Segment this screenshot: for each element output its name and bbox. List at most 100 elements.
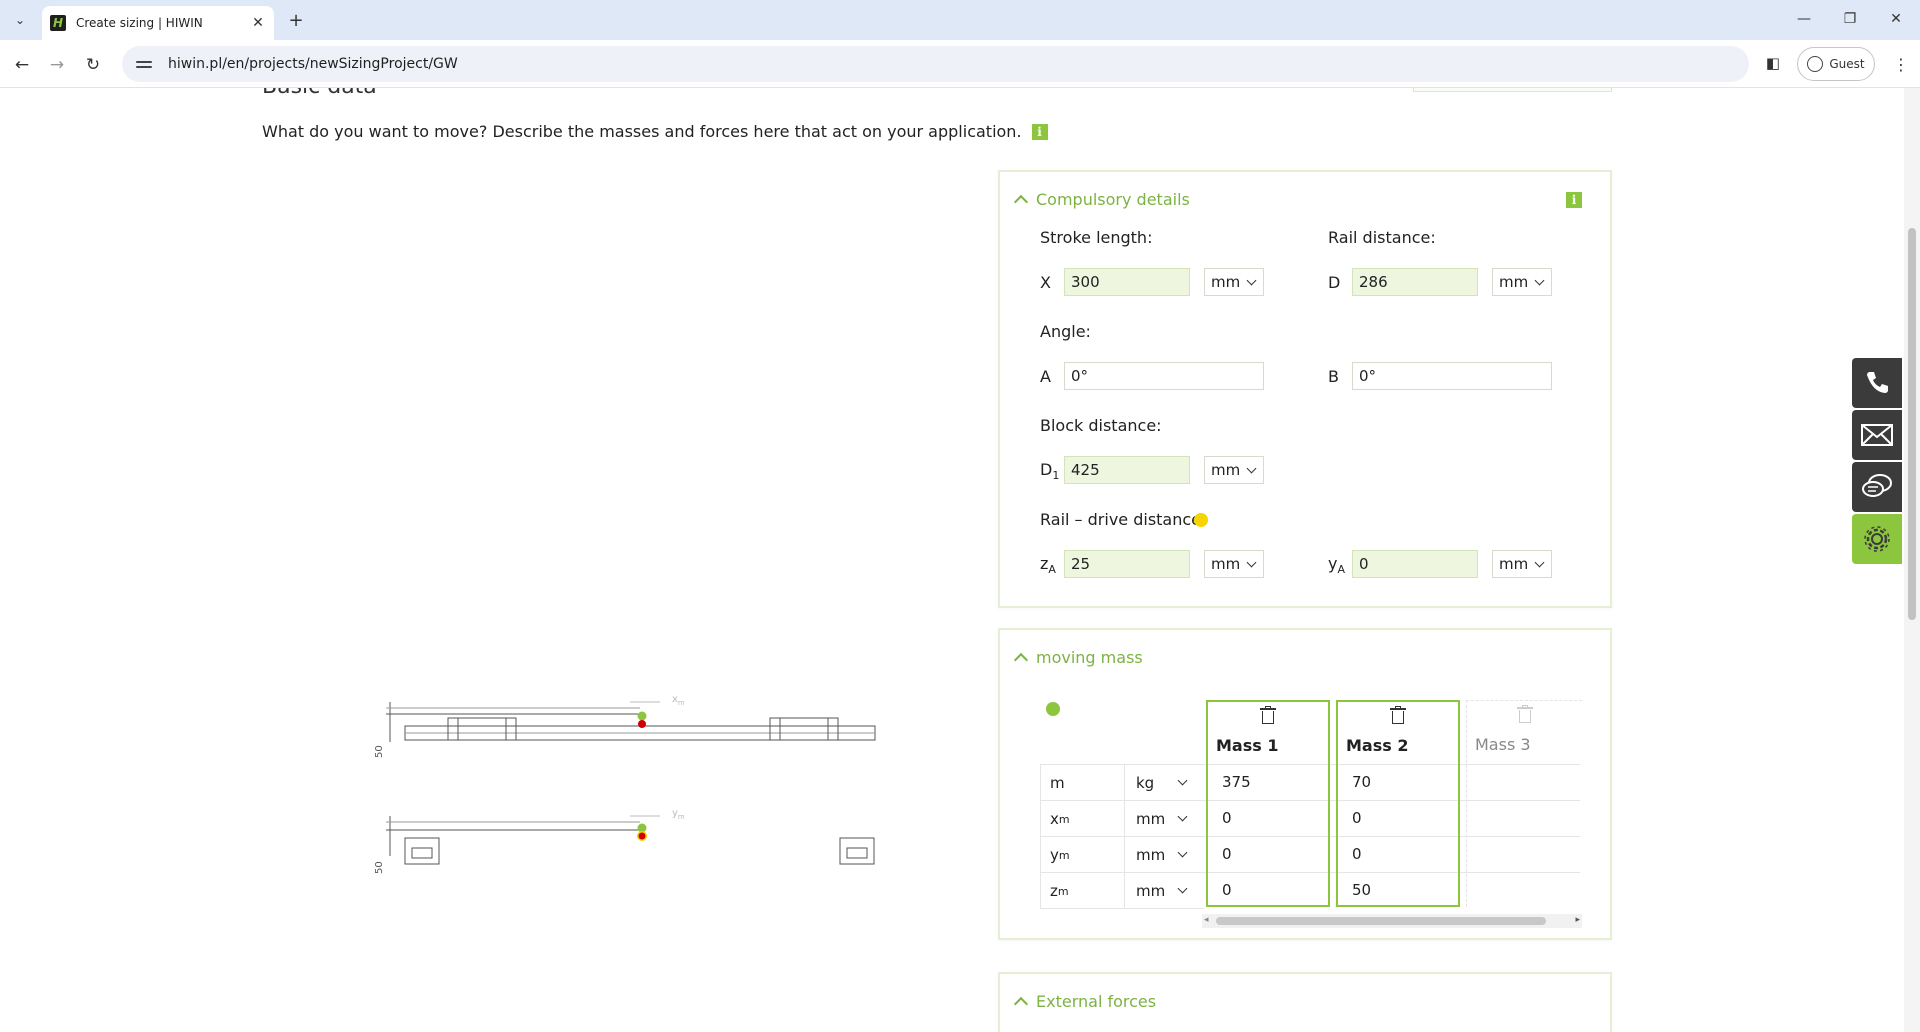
dimension-bottom-text: 50 [374,861,385,874]
chevron-down-icon [1177,847,1188,858]
warning-status-dot [1194,513,1208,527]
browser-tab[interactable]: H Create sizing | HIWIN ✕ [42,6,274,40]
ya-prefix-sub: A [1337,563,1345,577]
moving-mass-toggle[interactable]: moving mass [1013,648,1143,668]
tab-search-chevron-icon[interactable]: ⌄ [8,8,32,32]
external-forces-panel: External forces [998,972,1612,1032]
browser-tab-strip: ⌄ H Create sizing | HIWIN ✕ + — ❐ ✕ [0,0,1920,40]
scroll-right-arrow-icon[interactable]: ▸ [1575,915,1580,925]
restore-window-icon[interactable]: ❐ [1835,6,1865,32]
address-bar[interactable]: hiwin.pl/en/projects/newSizingProject/GW [122,46,1749,82]
external-forces-title: External forces [1036,992,1157,1011]
compulsory-info-icon[interactable]: i [1566,192,1582,208]
reload-icon[interactable]: ↻ [80,52,106,78]
forward-arrow-icon[interactable]: → [44,52,70,78]
table-left-border [1040,764,1041,908]
mass-1-zm-input[interactable]: 0 [1216,876,1322,904]
za-prefix-sub: A [1048,563,1056,577]
mass-2-point [638,720,646,728]
angle-b-input[interactable]: 0° [1352,362,1552,390]
block-distance-input[interactable]: 425 [1064,456,1190,484]
new-tab-plus-icon[interactable]: + [284,8,308,32]
minimize-window-icon[interactable]: — [1789,6,1819,32]
mass-2-m-input[interactable]: 70 [1346,768,1452,796]
block-distance-label: Block distance: [1040,416,1162,435]
settings-tool-button[interactable] [1852,514,1902,564]
back-arrow-icon[interactable]: ← [9,52,35,78]
rail-distance-input[interactable]: 286 [1352,268,1478,296]
ok-status-dot [1046,702,1060,716]
za-unit-select[interactable]: mm [1204,550,1264,578]
row-ym-unit: mm [1136,846,1166,864]
angle-label: Angle: [1040,322,1091,341]
za-prefix: zA [1040,554,1056,576]
chevron-down-icon [1177,775,1188,786]
row-divider [1040,908,1204,909]
page-scrollbar-thumb[interactable] [1908,228,1916,620]
za-input[interactable]: 25 [1064,550,1190,578]
stroke-length-input[interactable]: 300 [1064,268,1190,296]
chevron-down-icon [1534,557,1545,568]
ya-input[interactable]: 0 [1352,550,1478,578]
delete-mass-3-trash-icon[interactable] [1516,705,1533,723]
dimension-top-text: 50 [374,745,385,758]
hiwin-favicon-icon: H [50,15,66,31]
delete-mass-2-trash-icon[interactable] [1390,706,1406,724]
mass-2-title: Mass 2 [1346,736,1409,755]
row-zm-sub: m [1057,884,1069,898]
rail-drive-distance-label: Rail – drive distance: [1040,510,1207,529]
table-horizontal-scrollbar[interactable]: ◂ ▸ [1202,914,1582,928]
url-text: hiwin.pl/en/projects/newSizingProject/GW [168,56,458,72]
moving-mass-panel: moving mass Mass 1 Mass 2 Mass 3 m kg 37… [998,628,1612,940]
block-unit-select[interactable]: mm [1204,456,1264,484]
delete-mass-1-trash-icon[interactable] [1260,706,1276,724]
mass-1-ym-input[interactable]: 0 [1216,840,1322,868]
profile-button[interactable]: Guest [1797,47,1875,81]
chat-icon [1862,474,1892,497]
row-zm-symbol: zm [1050,876,1069,906]
compulsory-details-panel: Compulsory details i Stroke length: X 30… [998,170,1612,608]
ya-unit-select[interactable]: mm [1492,550,1552,578]
phone-contact-button[interactable] [1852,358,1902,408]
chevron-down-icon [1177,811,1188,822]
row-zm-sym: z [1050,882,1058,900]
rail-unit-select[interactable]: mm [1492,268,1552,296]
email-contact-button[interactable] [1852,410,1902,460]
row-m-unit-select[interactable]: kg [1130,769,1194,797]
za-unit-value: mm [1211,555,1241,573]
stroke-unit-select[interactable]: mm [1204,268,1264,296]
row-xm-sub: m [1058,812,1070,826]
tab-close-icon[interactable]: ✕ [250,15,266,31]
chat-contact-button[interactable] [1852,462,1902,512]
site-info-icon[interactable] [136,56,152,72]
mass-3-column: Mass 3 [1466,700,1582,907]
block-unit-value: mm [1211,461,1241,479]
info-icon[interactable]: i [1031,123,1048,140]
row-zm-unit-select[interactable]: mm [1130,877,1194,905]
chevron-down-icon [1246,463,1257,474]
rail-prefix: D [1328,273,1341,292]
mass-1-xm-input[interactable]: 0 [1216,804,1322,832]
clipped-top-control[interactable] [1413,88,1612,92]
page-vertical-scrollbar[interactable] [1904,88,1920,1032]
row-m-symbol: m [1050,774,1065,792]
mass-1-m-input[interactable]: 375 [1216,768,1322,796]
external-forces-toggle[interactable]: External forces [1013,992,1157,1012]
browser-toolbar: ← → ↻ hiwin.pl/en/projects/newSizingProj… [0,40,1920,88]
scrollbar-thumb[interactable] [1216,917,1546,925]
mass-2-xm-input[interactable]: 0 [1346,804,1452,832]
compulsory-details-toggle[interactable]: Compulsory details [1013,190,1190,210]
rail-distance-label: Rail distance: [1328,228,1436,247]
mass-2-ym-input[interactable]: 0 [1346,840,1452,868]
side-panel-icon[interactable]: ◧ [1762,52,1784,74]
compulsory-details-title: Compulsory details [1036,190,1190,209]
mass-2-zm-input[interactable]: 50 [1346,876,1452,904]
mail-icon [1861,424,1893,446]
scroll-left-arrow-icon[interactable]: ◂ [1204,915,1209,925]
angle-a-input[interactable]: 0° [1064,362,1264,390]
close-window-icon[interactable]: ✕ [1881,6,1911,32]
row-zm-unit: mm [1136,882,1166,900]
browser-menu-icon[interactable]: ⋮ [1890,52,1912,76]
row-xm-unit-select[interactable]: mm [1130,805,1194,833]
row-ym-unit-select[interactable]: mm [1130,841,1194,869]
